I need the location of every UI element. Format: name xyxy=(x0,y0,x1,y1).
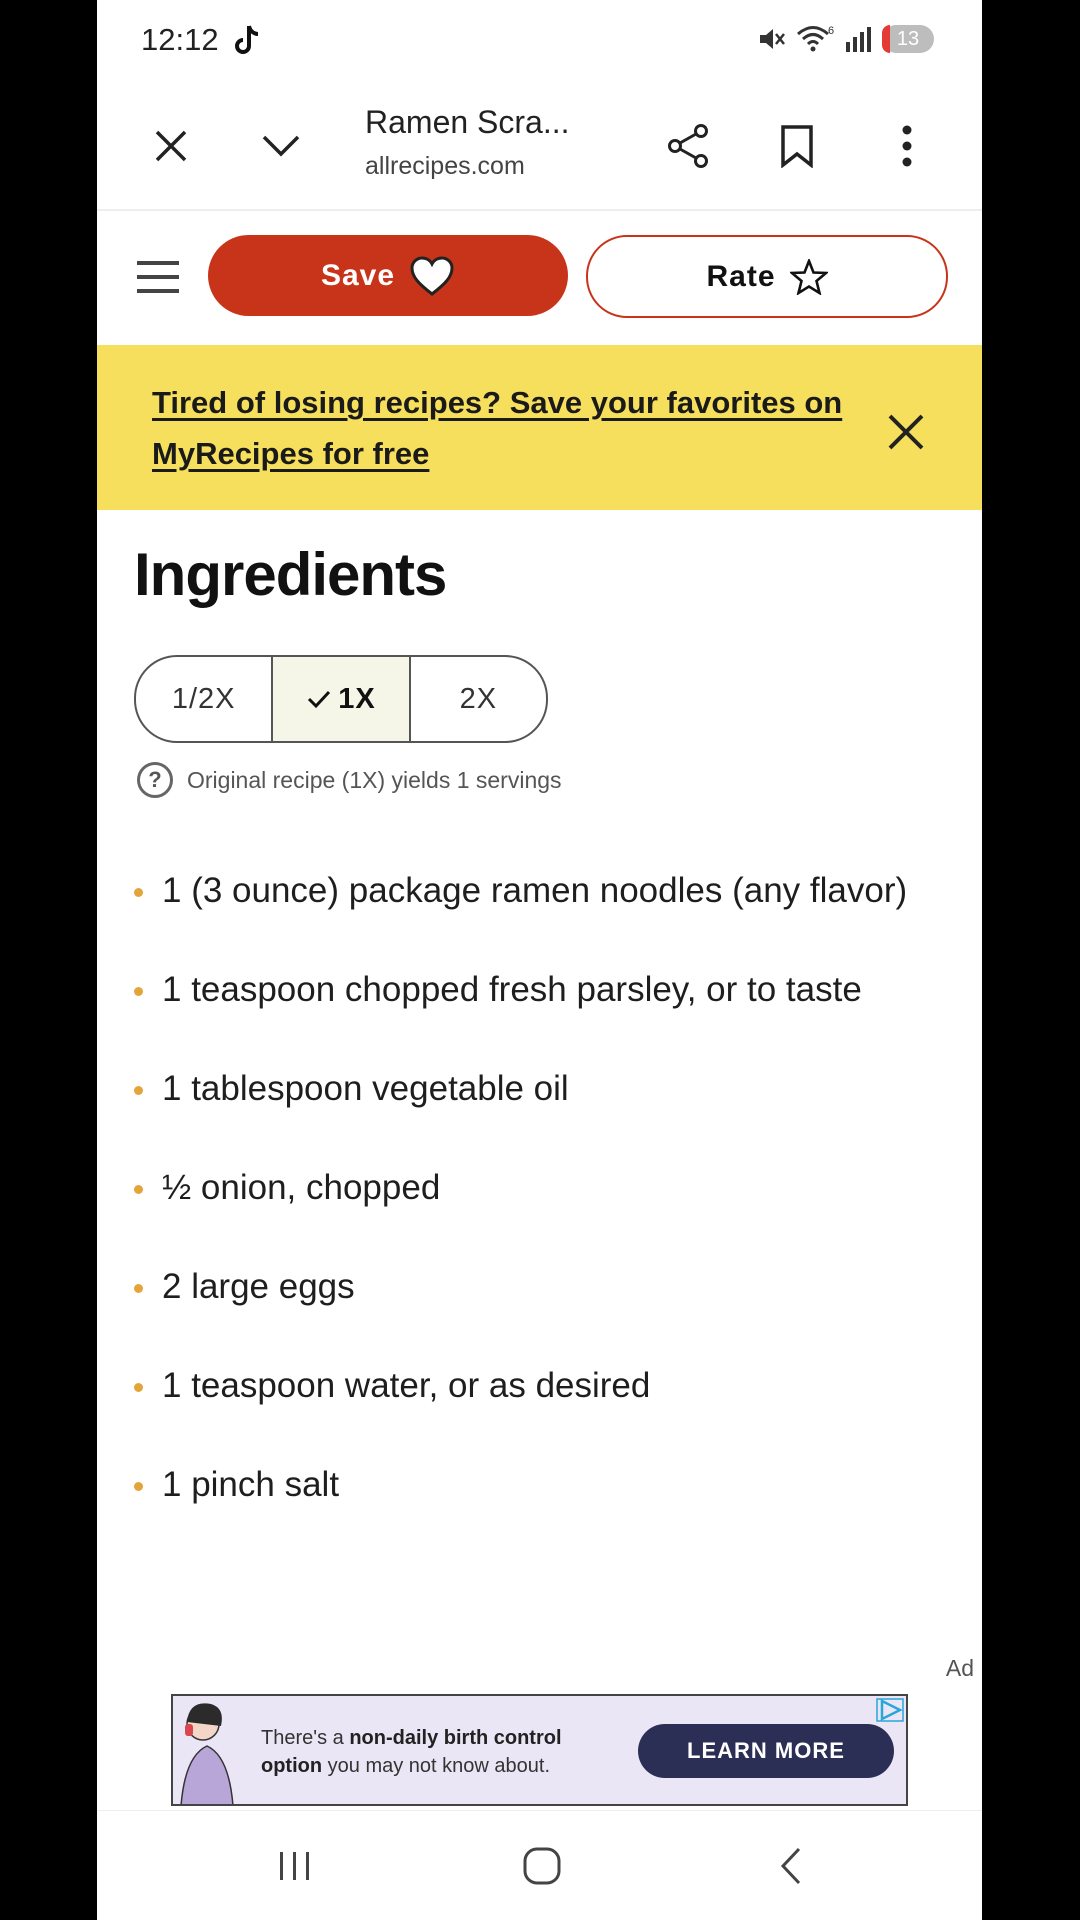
site-header: Save Rate xyxy=(97,209,982,345)
yield-info: ? Original recipe (1X) yields 1 servings xyxy=(137,762,562,798)
back-button[interactable] xyxy=(761,1841,821,1891)
ingredient-item: 1 (3 ounce) package ramen noodles (any f… xyxy=(134,860,954,922)
ingredient-item: 2 large eggs xyxy=(134,1256,954,1318)
heart-icon xyxy=(410,255,454,296)
ingredients-heading: Ingredients xyxy=(134,541,447,608)
rate-button[interactable]: Rate xyxy=(586,235,948,318)
close-icon xyxy=(155,130,187,162)
ad-text-part: There's a xyxy=(261,1727,344,1749)
screen: 12:12 6 13 Ramen Scra... allrecipes.com … xyxy=(97,0,982,1920)
bookmark-button[interactable] xyxy=(767,116,827,176)
ingredient-item: ½ onion, chopped xyxy=(134,1157,954,1219)
status-icons: 6 13 xyxy=(756,24,934,54)
myrecipes-banner: Tired of losing recipes? Save your favor… xyxy=(97,345,982,510)
battery-icon: 13 xyxy=(882,25,934,53)
scale-label: 1/2X xyxy=(171,682,236,715)
browser-toolbar: Ramen Scra... allrecipes.com xyxy=(97,86,982,211)
banner-link[interactable]: Tired of losing recipes? Save your favor… xyxy=(152,377,872,479)
ingredient-list: 1 (3 ounce) package ramen noodles (any f… xyxy=(134,860,954,1553)
ad-text-bold: option xyxy=(261,1755,323,1777)
more-vert-icon xyxy=(902,125,912,167)
rate-label: Rate xyxy=(706,259,776,293)
save-button[interactable]: Save xyxy=(208,235,568,316)
ad-banner[interactable]: There's a non-daily birth control option… xyxy=(171,1694,908,1806)
ad-label: Ad xyxy=(945,1655,974,1681)
minimize-button[interactable] xyxy=(251,116,311,176)
ad-woman-illustration xyxy=(180,1703,234,1804)
bookmark-icon xyxy=(781,125,813,168)
ingredient-item: 1 pinch salt xyxy=(134,1454,954,1516)
ingredient-item: 1 teaspoon water, or as desired xyxy=(134,1355,954,1417)
status-bar: 12:12 6 13 xyxy=(97,0,982,86)
menu-icon[interactable] xyxy=(137,261,179,293)
close-tab-button[interactable] xyxy=(141,116,201,176)
home-button[interactable] xyxy=(512,1841,572,1891)
status-time: 12:12 xyxy=(141,22,219,57)
home-icon xyxy=(523,1847,561,1885)
help-icon[interactable]: ? xyxy=(137,762,173,798)
ingredient-item: 1 teaspoon chopped fresh parsley, or to … xyxy=(134,959,954,1021)
check-icon xyxy=(308,690,331,709)
scale-label: 2X xyxy=(459,682,498,715)
wifi-icon: 6 xyxy=(797,25,834,52)
ingredient-item: 1 tablespoon vegetable oil xyxy=(134,1058,954,1120)
scale-half-button[interactable]: 1/2X xyxy=(136,657,271,741)
banner-close-button[interactable] xyxy=(887,413,925,456)
system-nav-bar xyxy=(97,1810,982,1920)
page-url: allrecipes.com xyxy=(365,152,525,180)
share-icon xyxy=(668,124,708,168)
scale-2x-button[interactable]: 2X xyxy=(408,657,546,741)
close-icon xyxy=(888,414,924,450)
battery-level: 13 xyxy=(896,27,920,50)
scale-label: 1X xyxy=(338,682,376,715)
star-icon xyxy=(789,258,828,295)
recents-button[interactable] xyxy=(265,1841,325,1891)
back-icon xyxy=(780,1847,801,1885)
share-button[interactable] xyxy=(658,116,718,176)
servings-scale: 1/2X 1X 2X xyxy=(134,655,548,743)
learn-more-button[interactable]: LEARN MORE xyxy=(638,1724,894,1778)
svg-text:6: 6 xyxy=(828,25,834,37)
recents-icon xyxy=(280,1852,309,1880)
scale-1x-button[interactable]: 1X xyxy=(271,657,409,741)
more-options-button[interactable] xyxy=(877,116,937,176)
save-label: Save xyxy=(320,258,396,292)
mute-icon xyxy=(760,29,785,49)
chevron-down-icon xyxy=(262,135,300,157)
ad-text: There's a non-daily birth control option… xyxy=(261,1724,562,1780)
signal-icon xyxy=(846,27,871,52)
tiktok-icon xyxy=(235,25,259,54)
page-title: Ramen Scra... xyxy=(365,104,570,140)
ad-text-bold: non-daily birth control xyxy=(349,1727,562,1749)
adchoices-icon[interactable] xyxy=(876,1698,904,1722)
yield-text: Original recipe (1X) yields 1 servings xyxy=(187,766,562,793)
ad-text-part: you may not know about. xyxy=(327,1755,551,1777)
